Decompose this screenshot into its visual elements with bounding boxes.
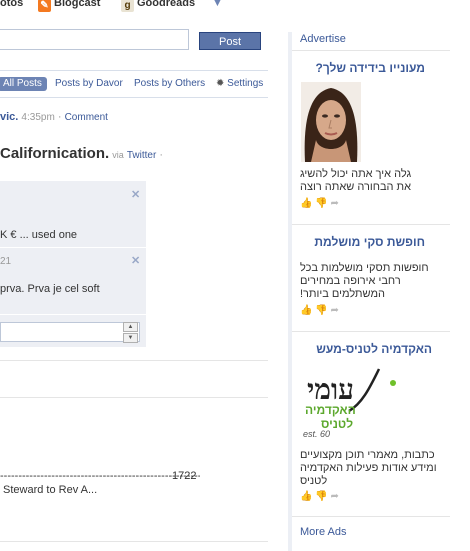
share-icon[interactable]: ➦ — [330, 491, 338, 502]
settings-link[interactable]: ✹ Settings — [216, 77, 263, 91]
divider — [0, 397, 268, 398]
ad-title[interactable]: האקדמיה לטניס-מעש — [300, 342, 432, 356]
app-link-blogcast[interactable]: ✎ Blogcast — [38, 0, 100, 12]
divider — [0, 360, 268, 361]
blogcast-icon: ✎ — [38, 0, 51, 12]
filter-posts-by-owner[interactable]: Posts by Davor — [55, 77, 123, 91]
filter-all-posts[interactable]: All Posts — [0, 77, 47, 91]
thumbs-down-icon[interactable]: 👎 — [315, 305, 327, 316]
close-icon[interactable]: ✕ — [131, 254, 140, 267]
comment-input[interactable] — [0, 322, 140, 342]
post-text: Californication. — [0, 145, 110, 162]
share-icon[interactable]: ➦ — [330, 198, 338, 209]
divider — [0, 247, 146, 248]
via-source-link[interactable]: Twitter — [127, 150, 156, 161]
divider — [292, 516, 450, 517]
thumbs-down-icon[interactable]: 👎 — [315, 491, 327, 502]
timestamp[interactable]: 4:35pm — [21, 112, 54, 123]
tennis-academy-logo[interactable]: עומי האקדמיה לטניס est. 60 — [301, 365, 401, 443]
app-link-photos[interactable]: otos — [0, 0, 23, 9]
share-icon[interactable]: ➦ — [330, 305, 338, 316]
post-text: Steward to Rev A... — [3, 484, 98, 496]
divider — [292, 50, 450, 51]
divider — [292, 331, 450, 332]
status-input[interactable] — [0, 29, 189, 50]
filter-posts-by-others[interactable]: Posts by Others — [134, 77, 205, 91]
story-text: Californication. via Twitter · — [0, 145, 164, 162]
wall-filter-bar: All Posts Posts by Davor Posts by Others… — [0, 70, 268, 98]
comment-meta: 21 — [0, 256, 12, 267]
chevron-down-icon[interactable]: ▼ — [123, 333, 138, 343]
column-divider — [288, 32, 292, 551]
scroll-stepper[interactable]: ▲ ▼ — [123, 322, 138, 343]
close-icon[interactable]: ✕ — [131, 188, 140, 201]
more-ads-link[interactable]: More Ads — [300, 526, 346, 538]
ad-title[interactable]: חופשת סקי מושלמת — [300, 235, 425, 249]
author-name[interactable]: vic. — [0, 111, 18, 123]
logo-line1: האקדמיה — [305, 403, 356, 417]
ad-actions: 👍 👎 ➦ — [300, 305, 339, 316]
ad-image[interactable] — [301, 82, 361, 162]
comment-item: prva. Prva je cel soft — [0, 283, 100, 295]
ad-body: חופשות תסקי מושלמות בכל רחבי אירופה במחי… — [300, 262, 429, 300]
comment-link[interactable]: Comment — [65, 112, 108, 123]
story-header: vic. 4:35pm · Comment — [0, 111, 108, 123]
ad-body: גלה איך אתה יכול להשיג את הבחורה שאתה רו… — [300, 168, 412, 193]
post-button[interactable]: Post — [199, 32, 261, 50]
comment-item: K € ... used one — [0, 229, 78, 241]
thumbs-up-icon[interactable]: 👍 — [300, 198, 312, 209]
ad-title[interactable]: מעונייו בידידה שלך? — [300, 61, 425, 75]
post-dashes: ----------------------------------------… — [0, 470, 200, 482]
thumbs-up-icon[interactable]: 👍 — [300, 305, 312, 316]
chevron-up-icon[interactable]: ▲ — [123, 322, 138, 332]
thumbs-down-icon[interactable]: 👎 — [315, 198, 327, 209]
goodreads-icon: g — [121, 0, 134, 12]
advertise-link[interactable]: Advertise — [300, 33, 346, 45]
ad-actions: 👍 👎 ➦ — [300, 491, 339, 502]
logo-main-text: עומי — [307, 373, 354, 406]
ad-actions: 👍 👎 ➦ — [300, 198, 339, 209]
divider — [0, 541, 268, 542]
divider — [292, 224, 450, 225]
post-number: 1722 — [172, 470, 197, 482]
gear-icon: ✹ — [216, 78, 225, 89]
app-link-goodreads[interactable]: g Goodreads — [121, 0, 195, 12]
thumbs-up-icon[interactable]: 👍 — [300, 491, 312, 502]
divider — [0, 314, 146, 315]
ad-body: כתבות, מאמרי תוכן מקצועיים ומידע אודות פ… — [300, 449, 437, 487]
chevron-down-icon[interactable]: ▼ — [212, 0, 223, 9]
logo-year: est. 60 — [303, 429, 331, 439]
